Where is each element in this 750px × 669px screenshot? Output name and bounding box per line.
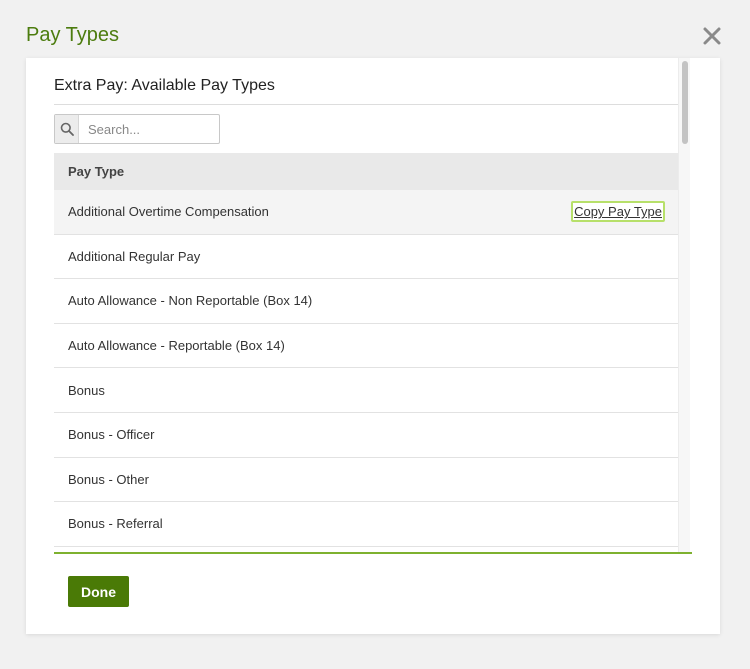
column-header-pay-type: Pay Type <box>54 153 679 190</box>
pay-type-name: Auto Allowance - Reportable (Box 14) <box>68 338 285 354</box>
table-row[interactable]: Additional Regular Pay <box>54 234 679 280</box>
section-title: Extra Pay: Available Pay Types <box>54 77 275 94</box>
table-row[interactable]: Bonus - Other <box>54 457 679 503</box>
table-row[interactable]: Bonus - Referral <box>54 502 679 547</box>
table-row[interactable]: Auto Allowance - Non Reportable (Box 14) <box>54 279 679 324</box>
search-icon-container <box>55 115 79 143</box>
table-row[interactable]: Additional Overtime Compensation Copy Pa… <box>54 190 679 235</box>
footer-divider <box>54 552 692 554</box>
divider <box>54 104 679 105</box>
pay-type-name: Additional Regular Pay <box>68 248 201 264</box>
pay-type-name: Bonus - Other <box>68 471 149 487</box>
search-input[interactable] <box>79 115 219 143</box>
pay-type-name: Bonus - Referral <box>68 516 163 532</box>
pay-type-name: Auto Allowance - Non Reportable (Box 14) <box>68 293 313 309</box>
pay-type-name: Additional Overtime Compensation <box>68 204 269 220</box>
done-button[interactable]: Done <box>68 576 129 607</box>
table-row[interactable]: Bonus - Officer <box>54 412 679 458</box>
pay-type-name: Bonus - Officer <box>68 427 155 443</box>
table-row[interactable]: Bonus <box>54 368 679 413</box>
scrollbar-thumb[interactable] <box>682 61 688 144</box>
copy-pay-type-link[interactable]: Copy Pay Type <box>571 201 665 223</box>
pay-type-name: Bonus <box>68 382 105 398</box>
scrollbar[interactable] <box>678 58 690 554</box>
pay-types-panel: Extra Pay: Available Pay Types Pay Type … <box>26 58 720 634</box>
pay-type-table: Pay Type Additional Overtime Compensatio… <box>54 153 679 553</box>
search-icon <box>60 122 74 136</box>
search-box <box>54 114 220 144</box>
table-row[interactable]: Auto Allowance - Reportable (Box 14) <box>54 323 679 369</box>
modal-title: Pay Types <box>26 24 120 46</box>
close-icon <box>703 27 721 45</box>
close-button[interactable] <box>700 24 724 48</box>
